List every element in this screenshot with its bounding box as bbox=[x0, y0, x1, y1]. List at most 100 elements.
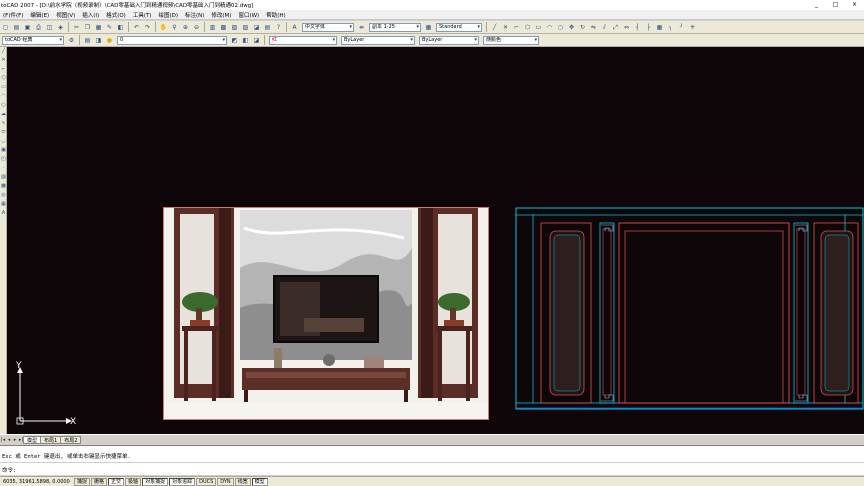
markup-icon[interactable]: ◪ bbox=[252, 23, 261, 32]
explode-icon[interactable]: ✳ bbox=[688, 23, 697, 32]
construction-line-icon[interactable]: ✕ bbox=[501, 23, 510, 32]
revision-cloud-icon[interactable]: ☁ bbox=[0, 110, 7, 119]
ortho-toggle[interactable]: 正交 bbox=[108, 477, 125, 486]
maximize-button[interactable]: □ bbox=[826, 0, 845, 10]
menu-modify[interactable]: 修改(M) bbox=[208, 11, 235, 19]
table-style-icon[interactable]: ▦ bbox=[424, 23, 433, 32]
arc-icon[interactable]: ◠ bbox=[0, 92, 7, 101]
ducs-toggle[interactable]: DUCS bbox=[196, 477, 217, 486]
scale-icon[interactable]: ⤢ bbox=[611, 23, 620, 32]
insert-block-icon[interactable]: ▣ bbox=[0, 146, 7, 155]
line-icon[interactable]: ╱ bbox=[0, 47, 7, 56]
make-block-icon[interactable]: ◰ bbox=[0, 155, 7, 164]
menu-window[interactable]: 窗口(W) bbox=[235, 11, 263, 19]
polyline-icon[interactable]: ⌐ bbox=[0, 65, 7, 74]
dyn-toggle[interactable]: DYN bbox=[217, 477, 234, 486]
layer-state-icon[interactable]: ◨ bbox=[94, 36, 103, 45]
rectangle-icon[interactable]: ▭ bbox=[534, 23, 543, 32]
new-file-icon[interactable]: ▢ bbox=[1, 23, 10, 32]
redo-icon[interactable]: ↷ bbox=[143, 23, 152, 32]
tab-model[interactable]: 模型 bbox=[23, 435, 42, 444]
arc-icon[interactable]: ◠ bbox=[545, 23, 554, 32]
dim-style-icon[interactable]: ⇹ bbox=[357, 23, 366, 32]
sheet-set-icon[interactable]: ▨ bbox=[241, 23, 250, 32]
save-icon[interactable]: ▣ bbox=[23, 23, 32, 32]
properties-icon[interactable]: ▥ bbox=[208, 23, 217, 32]
menu-draw[interactable]: 绘图(D) bbox=[155, 11, 182, 19]
multiline-text-icon[interactable]: A bbox=[0, 209, 7, 218]
osnap-toggle[interactable]: 对象捕捉 bbox=[142, 477, 169, 486]
plot-preview-icon[interactable]: ◫ bbox=[45, 23, 54, 32]
tab-layout2[interactable]: 布局2 bbox=[60, 435, 82, 444]
polyline-icon[interactable]: ⌐ bbox=[512, 23, 521, 32]
close-button[interactable]: × bbox=[845, 0, 864, 10]
spline-icon[interactable]: ∿ bbox=[0, 119, 7, 128]
publish-icon[interactable]: ◈ bbox=[56, 23, 65, 32]
stretch-icon[interactable]: ⇔ bbox=[622, 23, 631, 32]
circle-icon[interactable]: ○ bbox=[0, 101, 7, 110]
zoom-window-icon[interactable]: ⊕ bbox=[181, 23, 190, 32]
lineweight-toggle[interactable]: 线宽 bbox=[234, 477, 251, 486]
text-style-icon[interactable]: A bbox=[290, 23, 299, 32]
layer-previous-icon[interactable]: ◧ bbox=[241, 36, 250, 45]
workspace-select[interactable]: toCAD 经典 bbox=[2, 35, 64, 45]
calculator-icon[interactable]: ▤ bbox=[263, 23, 272, 32]
block-editor-icon[interactable]: ◧ bbox=[116, 23, 125, 32]
cad-elevation-drawing[interactable] bbox=[515, 207, 864, 419]
zoom-realtime-icon[interactable]: ⚲ bbox=[170, 23, 179, 32]
grid-toggle[interactable]: 栅格 bbox=[91, 477, 108, 486]
layer-translate-icon[interactable]: ◪ bbox=[252, 36, 261, 45]
drawing-canvas[interactable]: Y X bbox=[7, 47, 864, 434]
polar-toggle[interactable]: 极轴 bbox=[125, 477, 142, 486]
circle-icon[interactable]: ○ bbox=[556, 23, 565, 32]
polygon-icon[interactable]: ⬡ bbox=[523, 23, 532, 32]
paste-icon[interactable]: ▦ bbox=[94, 23, 103, 32]
menu-tools[interactable]: 工具(T) bbox=[130, 11, 156, 19]
menu-help[interactable]: 帮助(H) bbox=[263, 11, 289, 19]
copy-icon[interactable]: ❐ bbox=[83, 23, 92, 32]
point-icon[interactable]: · bbox=[0, 164, 7, 173]
dim-style-select[interactable]: 副本 1-25 bbox=[369, 22, 421, 32]
array-icon[interactable]: ▦ bbox=[655, 23, 664, 32]
cut-icon[interactable]: ✂ bbox=[72, 23, 81, 32]
polygon-icon[interactable]: ⬡ bbox=[0, 74, 7, 83]
text-style-select[interactable]: 中文字体 bbox=[302, 22, 354, 32]
light-bulb-icon[interactable]: ● bbox=[105, 36, 114, 45]
gradient-icon[interactable]: ▩ bbox=[0, 182, 7, 191]
tool-palettes-icon[interactable]: ▧ bbox=[230, 23, 239, 32]
model-toggle[interactable]: 模型 bbox=[251, 477, 268, 486]
fillet-icon[interactable]: ╮ bbox=[666, 23, 675, 32]
tab-layout1[interactable]: 布局1 bbox=[40, 435, 62, 444]
make-current-layer-icon[interactable]: ◩ bbox=[230, 36, 239, 45]
lineweight-select[interactable]: ByLayer bbox=[419, 35, 479, 45]
mirror-icon[interactable]: ⇋ bbox=[589, 23, 598, 32]
pan-icon[interactable]: ✋ bbox=[159, 23, 168, 32]
undo-icon[interactable]: ↶ bbox=[132, 23, 141, 32]
menu-edit[interactable]: 编辑(E) bbox=[27, 11, 53, 19]
minimize-button[interactable]: _ bbox=[807, 0, 826, 10]
coordinate-readout[interactable]: 6035, 31961.5898, 0.0000 bbox=[0, 479, 74, 485]
menu-view[interactable]: 视图(V) bbox=[53, 11, 79, 19]
menu-file[interactable]: (F)件(F) bbox=[0, 11, 27, 19]
rotate-icon[interactable]: ↻ bbox=[578, 23, 587, 32]
trim-icon[interactable]: ┤ bbox=[633, 23, 642, 32]
menu-dimension[interactable]: 标注(N) bbox=[182, 11, 208, 19]
region-icon[interactable]: ◎ bbox=[0, 191, 7, 200]
snap-toggle[interactable]: 捕捉 bbox=[74, 477, 91, 486]
color-select[interactable]: 红 bbox=[269, 35, 337, 45]
construction-line-icon[interactable]: ✕ bbox=[0, 56, 7, 65]
move-icon[interactable]: ✥ bbox=[567, 23, 576, 32]
menu-format[interactable]: 格式(O) bbox=[103, 11, 130, 19]
table-icon[interactable]: ▦ bbox=[0, 200, 7, 209]
print-icon[interactable]: ⎙ bbox=[34, 23, 43, 32]
command-prompt[interactable]: 命令: bbox=[2, 466, 16, 474]
zoom-previous-icon[interactable]: ⊖ bbox=[192, 23, 201, 32]
extend-icon[interactable]: ├ bbox=[644, 23, 653, 32]
layer-select[interactable]: 0 bbox=[117, 35, 227, 45]
layer-manager-icon[interactable]: ▤ bbox=[83, 36, 92, 45]
open-file-icon[interactable]: ▤ bbox=[12, 23, 21, 32]
match-properties-icon[interactable]: ✎ bbox=[105, 23, 114, 32]
rectangle-icon[interactable]: ▭ bbox=[0, 83, 7, 92]
line-icon[interactable]: ╱ bbox=[490, 23, 499, 32]
reference-photo-inset[interactable] bbox=[163, 207, 489, 420]
